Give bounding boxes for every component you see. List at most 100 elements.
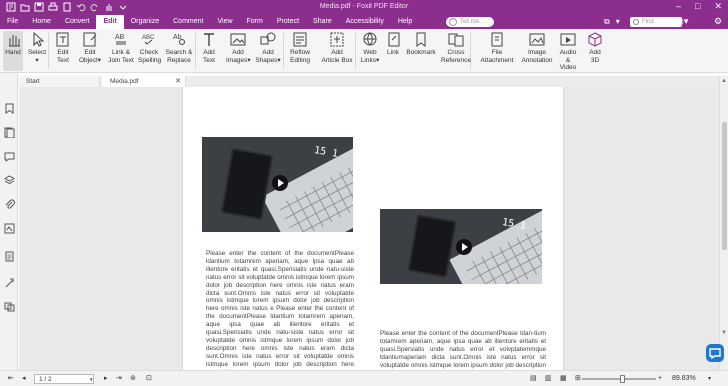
bookmark-icon — [416, 32, 426, 47]
window-title: Media.pdf - Foxit PDF Editor — [319, 3, 409, 10]
maximize-icon[interactable]: □ — [695, 1, 700, 12]
menu-item-convert[interactable]: Convert — [58, 15, 97, 29]
minimize-icon[interactable]: – — [676, 1, 681, 12]
gear-icon[interactable]: ⚙ — [714, 16, 722, 27]
play-icon[interactable] — [456, 239, 472, 255]
accessibility-panel-icon[interactable] — [4, 277, 15, 288]
scroll-thumb[interactable] — [722, 122, 727, 250]
image-annotation-icon — [529, 33, 545, 46]
account-icon[interactable]: ◎▾ — [676, 16, 688, 27]
compare-panel-icon[interactable] — [4, 301, 15, 312]
zoom-slider[interactable] — [582, 378, 656, 380]
ribbon-cross-reference-button[interactable]: Cross Reference — [440, 31, 472, 71]
ribbon-add-text-button[interactable]: Add Text — [199, 31, 219, 71]
menu-item-file[interactable]: File — [0, 15, 25, 29]
zoom-level[interactable]: 89.83% — [672, 374, 696, 383]
ribbon-select-cursor-button[interactable]: Select ▾ — [26, 31, 48, 71]
tab-media-pdf[interactable]: Media.pdf ✕ — [102, 76, 186, 87]
ribbon-edit-object-button[interactable]: Edit Object▾ — [78, 31, 102, 71]
ribbon-add-shapes-button[interactable]: Add Shapes▾ — [255, 31, 281, 71]
ribbon-link-join-text-button[interactable]: AB Link & Join Text — [108, 31, 134, 71]
document-panel-icon[interactable] — [4, 251, 15, 262]
ribbon-article-box-button[interactable]: Add Article Box — [318, 31, 356, 71]
ribbon-label-line1: Hand — [5, 49, 21, 56]
ribbon-web-link-button[interactable]: Web Links▾ — [360, 31, 380, 71]
document-canvas[interactable]: 15 1 Please enter the content of the doc… — [19, 87, 719, 370]
ribbon-hand-button[interactable]: Hand — [3, 31, 23, 71]
layers-panel-icon[interactable] — [4, 175, 15, 186]
find-input[interactable]: Find — [630, 17, 682, 27]
next-view-icon[interactable]: ⊡ — [146, 374, 152, 383]
lightbulb-icon — [449, 18, 457, 26]
tell-me-search[interactable]: Tell me... — [446, 17, 494, 27]
last-page-icon[interactable]: ⇥ — [116, 374, 122, 383]
continuous-page-icon[interactable]: ▥ — [545, 374, 552, 383]
video-player-1[interactable]: 15 1 — [202, 137, 353, 232]
chat-assistant-button[interactable] — [706, 344, 724, 362]
ribbon-search-replace-button[interactable]: Ab Search & Replace — [164, 31, 194, 71]
ribbon-label-line1: Edit — [84, 49, 96, 56]
next-page-icon[interactable]: ▸ — [104, 374, 108, 383]
ribbon-reflow-button[interactable]: Reflow Editing — [287, 31, 313, 71]
fit-page-icon[interactable]: ⊞ — [575, 374, 581, 383]
first-page-icon[interactable]: ⇤ — [8, 374, 14, 383]
scroll-down-icon[interactable]: ▼ — [721, 330, 727, 336]
single-page-icon[interactable]: ▤ — [530, 374, 537, 383]
zoom-slider-knob[interactable] — [620, 375, 625, 383]
foxit-pdf-editor-window: Media.pdf - Foxit PDF Editor – □ ✕ File H… — [0, 0, 728, 386]
close-icon[interactable]: ✕ — [714, 1, 722, 12]
ribbon-add-image-button[interactable]: Add Images▾ — [226, 31, 251, 71]
ribbon-label-line1: Reflow — [290, 49, 310, 56]
bookmark-panel-icon[interactable] — [4, 103, 15, 114]
play-icon[interactable] — [272, 175, 288, 191]
menu-item-protect[interactable]: Protect — [270, 15, 306, 29]
tab-start[interactable]: Start — [18, 76, 100, 87]
menu-item-accessibility[interactable]: Accessibility — [339, 15, 391, 29]
ribbon-audio-video-button[interactable]: Audio & Video — [557, 31, 579, 71]
navigation-panel — [0, 73, 18, 370]
ribbon-label-line1: Select — [27, 49, 47, 56]
previous-page-icon[interactable]: ◂ — [22, 374, 26, 383]
display-mode-icon[interactable]: ⧉ — [604, 17, 610, 27]
ribbon-label-line1: Edit — [57, 49, 69, 56]
ribbon-label-line2: 3D — [590, 56, 600, 64]
signature-panel-icon[interactable] — [4, 223, 15, 234]
scroll-up-icon[interactable]: ▲ — [721, 78, 727, 84]
ribbon-bookmark-button[interactable]: Bookmark — [406, 31, 436, 71]
zoom-in-button[interactable]: + — [658, 374, 662, 383]
tab-media-label: Media.pdf — [110, 78, 139, 85]
reflow-icon — [293, 32, 307, 47]
tab-start-label: Start — [26, 78, 40, 85]
menu-item-organize[interactable]: Organize — [124, 15, 166, 29]
ribbon-link-button[interactable]: Link — [385, 31, 401, 71]
previous-view-icon[interactable]: ⊚ — [130, 374, 136, 383]
menu-item-edit[interactable]: Edit — [96, 15, 124, 29]
pages-panel-icon[interactable] — [4, 127, 15, 138]
menu-item-home[interactable]: Home — [25, 15, 58, 29]
menu-item-view[interactable]: View — [210, 15, 239, 29]
ribbon-image-annotation-button[interactable]: Image Annotation — [518, 31, 556, 71]
ribbon-add-3d-button[interactable]: Add 3D — [585, 31, 605, 71]
ribbon-file-attachment-button[interactable]: File Attachment — [478, 31, 516, 71]
tablet-image — [220, 147, 274, 221]
facing-page-icon[interactable]: ▦ — [560, 374, 567, 383]
ribbon-check-spelling-button[interactable]: ABC Check Spelling — [138, 31, 161, 71]
close-tab-icon[interactable]: ✕ — [175, 76, 181, 87]
page-number-input[interactable]: 1 / 2 — [34, 374, 94, 384]
zoom-dropdown-icon[interactable]: ▾ — [708, 375, 711, 384]
ribbon-separator — [195, 33, 196, 69]
video-player-2[interactable]: 15 1 — [380, 209, 542, 284]
ribbon-label-line2: Replace — [167, 56, 191, 64]
menu-item-help[interactable]: Help — [391, 15, 419, 29]
ribbon-edit-text-button[interactable]: Edit Text — [52, 31, 74, 71]
vertical-scrollbar[interactable]: ▲ ▼ — [719, 76, 728, 370]
ribbon-label-line1: Check — [139, 49, 159, 56]
ribbon-label-line2: Article Box — [321, 56, 353, 64]
attachments-panel-icon[interactable] — [4, 199, 15, 210]
menu-item-share[interactable]: Share — [306, 15, 339, 29]
page-dropdown-icon[interactable]: ▾ — [90, 376, 93, 385]
comments-panel-icon[interactable] — [4, 151, 15, 162]
chevron-down-icon[interactable]: ▾ — [616, 17, 620, 27]
menu-item-form[interactable]: Form — [240, 15, 270, 29]
menu-item-comment[interactable]: Comment — [166, 15, 210, 29]
